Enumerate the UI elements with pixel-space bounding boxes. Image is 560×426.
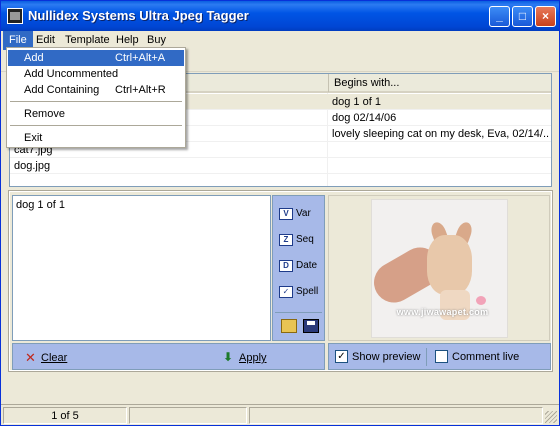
- photo-dog: [427, 235, 472, 295]
- date-label: Date: [296, 260, 318, 271]
- status-cell-3: [249, 407, 543, 424]
- spell-label: Spell: [296, 286, 319, 297]
- var-icon: V: [279, 208, 293, 220]
- file-menu-dropdown: Add Ctrl+Alt+A Add Uncommented Add Conta…: [6, 47, 186, 148]
- menu-item-shortcut: Ctrl+Alt+A: [115, 52, 166, 64]
- column-header-begins-with[interactable]: Begins with...: [328, 74, 551, 92]
- spell-button[interactable]: ✓ Spell: [276, 282, 322, 302]
- insert-toolbar: V Var Z Seq D Date ✓ Spell: [272, 195, 325, 341]
- checkbox-unchecked: [435, 350, 448, 363]
- menu-item-add-uncommented[interactable]: Add Uncommented: [8, 66, 184, 82]
- app-icon: [7, 8, 23, 24]
- menu-separator: [10, 125, 182, 126]
- toolbar-separator: [275, 312, 322, 313]
- spell-icon: ✓: [279, 286, 293, 298]
- clear-label: Clear: [41, 352, 68, 364]
- menu-item-label: Add: [24, 52, 44, 64]
- minimize-button[interactable]: _: [489, 6, 510, 27]
- comment-live-label: Comment live: [452, 351, 520, 363]
- seq-icon: Z: [279, 234, 293, 246]
- app-window: Nullidex Systems Ultra Jpeg Tagger _ □ ×…: [0, 0, 560, 426]
- list-item[interactable]: dog.jpg: [10, 158, 551, 174]
- options-divider: [426, 348, 427, 366]
- resize-grip[interactable]: [545, 411, 557, 423]
- seq-label: Seq: [296, 234, 314, 245]
- comment-preview: lovely sleeping cat on my desk, Eva, 02/…: [332, 128, 550, 140]
- preview-options-bar: ✓ Show preview Comment live: [328, 343, 551, 370]
- comment-preview: dog 1 of 1: [332, 96, 381, 108]
- status-bar: 1 of 5: [1, 404, 559, 425]
- menu-item-label: Remove: [24, 108, 65, 120]
- comment-live-checkbox[interactable]: Comment live: [435, 350, 519, 364]
- menu-item-remove[interactable]: Remove: [8, 106, 184, 122]
- seq-button[interactable]: Z Seq: [276, 230, 322, 250]
- show-preview-checkbox[interactable]: ✓ Show preview: [335, 350, 420, 364]
- close-button[interactable]: ×: [535, 6, 556, 27]
- date-icon: D: [279, 260, 293, 272]
- save-disk-icon[interactable]: [303, 319, 319, 333]
- comment-textarea[interactable]: dog 1 of 1: [12, 195, 271, 341]
- clear-button[interactable]: ✕ Clear: [25, 350, 67, 366]
- preview-image: www.jiwawapet.com: [371, 199, 508, 338]
- heart-icon: [476, 296, 486, 305]
- menu-item-add[interactable]: Add Ctrl+Alt+A: [8, 50, 184, 66]
- status-position: 1 of 5: [3, 407, 127, 424]
- var-button[interactable]: V Var: [276, 204, 322, 224]
- title-bar[interactable]: Nullidex Systems Ultra Jpeg Tagger _ □ ×: [1, 1, 559, 31]
- window-title: Nullidex Systems Ultra Jpeg Tagger: [28, 8, 249, 23]
- var-label: Var: [296, 208, 311, 219]
- status-cell-2: [129, 407, 247, 424]
- open-folder-icon[interactable]: [281, 319, 297, 333]
- menu-item-exit[interactable]: Exit: [8, 130, 184, 146]
- apply-label: Apply: [239, 352, 267, 364]
- comment-preview: dog 02/14/06: [332, 112, 397, 124]
- maximize-button[interactable]: □: [512, 6, 533, 27]
- photo-watermark: www.jiwawapet.com: [396, 307, 489, 317]
- editor-panel: dog 1 of 1 V Var Z Seq D Date ✓ Spell ww…: [8, 190, 553, 372]
- apply-arrow-icon: ⬇: [223, 350, 234, 364]
- file-name: dog.jpg: [14, 160, 51, 172]
- show-preview-label: Show preview: [352, 351, 421, 363]
- menu-item-label: Add Containing: [24, 84, 100, 96]
- image-preview-pane: www.jiwawapet.com: [328, 195, 550, 341]
- menu-item-label: Add Uncommented: [24, 68, 119, 80]
- menu-separator: [10, 101, 182, 102]
- checkbox-checked: ✓: [335, 350, 348, 363]
- menu-item-label: Exit: [24, 132, 43, 144]
- date-button[interactable]: D Date: [276, 256, 322, 276]
- menu-item-shortcut: Ctrl+Alt+R: [115, 84, 166, 96]
- clear-x-icon: ✕: [25, 350, 36, 365]
- action-bar: ✕ Clear ⬇ Apply: [12, 343, 325, 370]
- menu-item-add-containing[interactable]: Add Containing Ctrl+Alt+R: [8, 82, 184, 98]
- apply-button[interactable]: ⬇ Apply: [223, 350, 267, 366]
